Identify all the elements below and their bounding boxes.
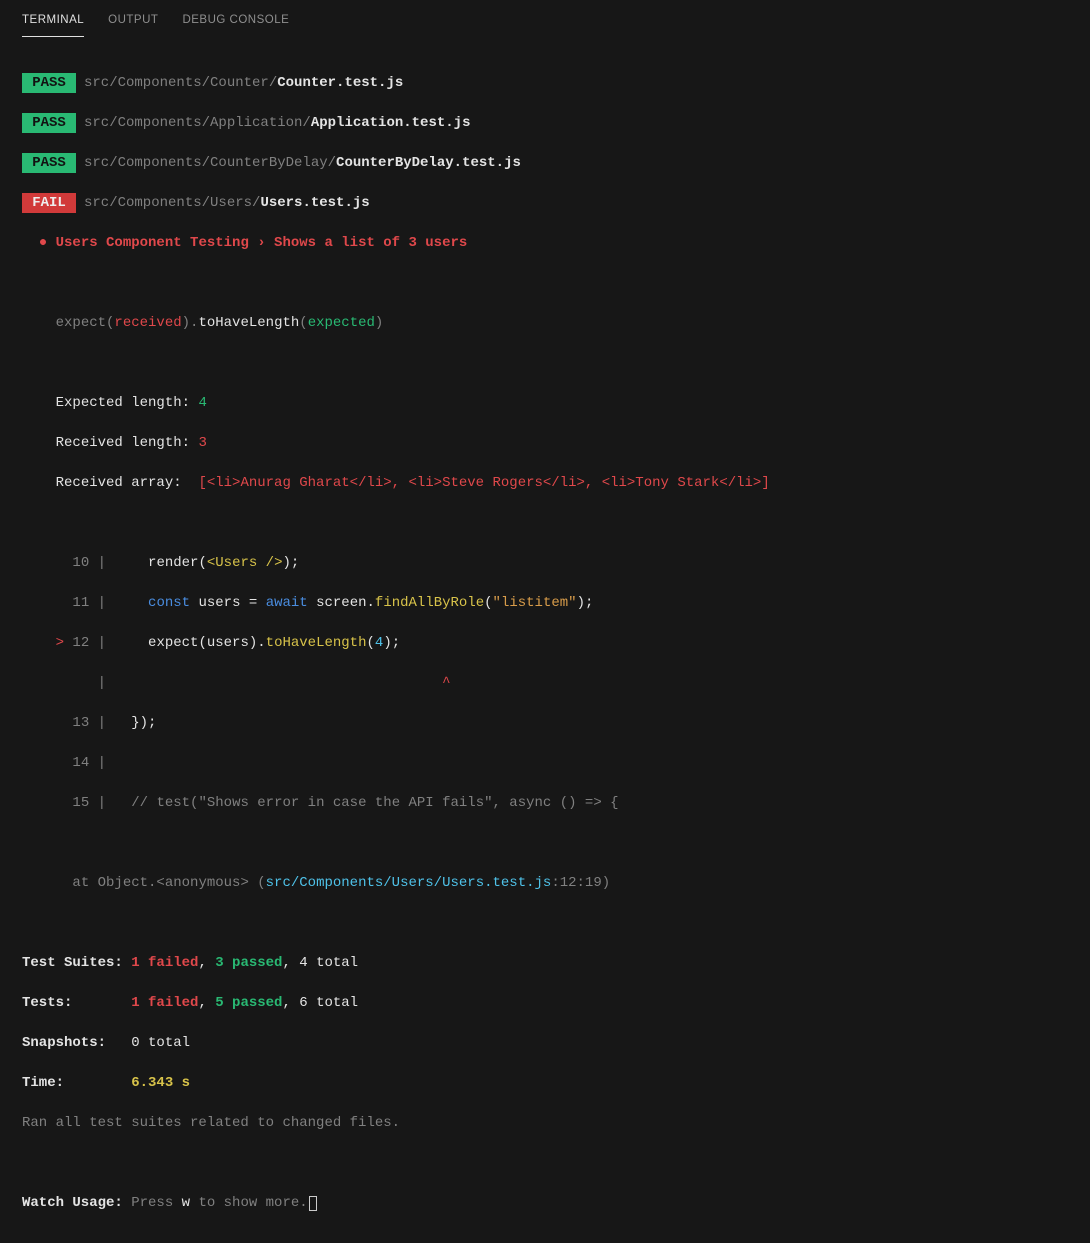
file-name: Application.test.js: [311, 115, 471, 131]
received-length: Received length: 3: [22, 433, 1068, 453]
summary-ran: Ran all test suites related to changed f…: [22, 1113, 1068, 1133]
pass-badge: PASS: [22, 153, 76, 173]
stack-trace: at Object.<anonymous> (src/Components/Us…: [22, 873, 1068, 893]
cursor-icon: [309, 1196, 317, 1211]
result-row: PASS src/Components/Application/Applicati…: [22, 113, 1068, 133]
summary-snapshots: Snapshots: 0 total: [22, 1033, 1068, 1053]
pass-badge: PASS: [22, 113, 76, 133]
caret-line: | ^: [22, 673, 1068, 693]
pass-badge: PASS: [22, 73, 76, 93]
result-row: PASS src/Components/Counter/Counter.test.…: [22, 73, 1068, 93]
fail-badge: FAIL: [22, 193, 76, 213]
code-line: 14 |: [22, 753, 1068, 773]
expect-signature: expect(received).toHaveLength(expected): [22, 313, 1068, 333]
file-path: src/Components/Application/: [84, 115, 311, 131]
file-name: Users.test.js: [260, 195, 369, 211]
file-name: Counter.test.js: [277, 75, 403, 91]
code-line: 10 | render(<Users />);: [22, 553, 1068, 573]
failed-test-title: ● Users Component Testing › Shows a list…: [22, 233, 1068, 253]
file-name: CounterByDelay.test.js: [336, 155, 521, 171]
tab-terminal[interactable]: TERMINAL: [22, 10, 84, 37]
code-line: 13 | });: [22, 713, 1068, 733]
code-line: 15 | // test("Shows error in case the AP…: [22, 793, 1068, 813]
file-path: src/Components/CounterByDelay/: [84, 155, 336, 171]
summary-suites: Test Suites: 1 failed, 3 passed, 4 total: [22, 953, 1068, 973]
summary-time: Time: 6.343 s: [22, 1073, 1068, 1093]
terminal-tabs: TERMINAL OUTPUT DEBUG CONSOLE: [0, 0, 1090, 43]
terminal-output[interactable]: PASS src/Components/Counter/Counter.test.…: [0, 43, 1090, 1243]
tab-output[interactable]: OUTPUT: [108, 10, 158, 37]
watch-usage: Watch Usage: Press w to show more.: [22, 1193, 1068, 1213]
tab-debug-console[interactable]: DEBUG CONSOLE: [182, 10, 289, 37]
code-line: 11 | const users = await screen.findAllB…: [22, 593, 1068, 613]
file-path: src/Components/Counter/: [84, 75, 277, 91]
file-path: src/Components/Users/: [84, 195, 260, 211]
expected-length: Expected length: 4: [22, 393, 1068, 413]
code-line-pointer: > 12 | expect(users).toHaveLength(4);: [22, 633, 1068, 653]
result-row: PASS src/Components/CounterByDelay/Counte…: [22, 153, 1068, 173]
result-row: FAIL src/Components/Users/Users.test.js: [22, 193, 1068, 213]
summary-tests: Tests: 1 failed, 5 passed, 6 total: [22, 993, 1068, 1013]
received-array: Received array: [<li>Anurag Gharat</li>,…: [22, 473, 1068, 493]
